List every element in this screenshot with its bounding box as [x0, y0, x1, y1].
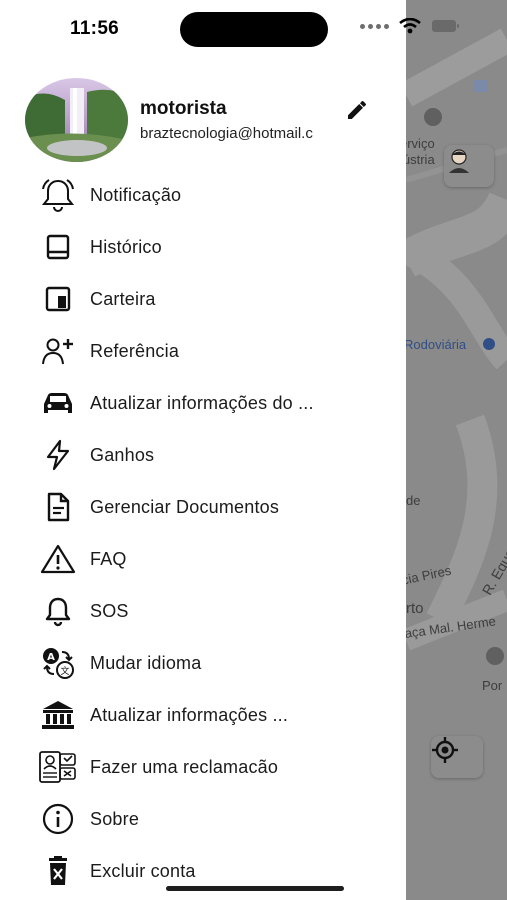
menu-label: Gerenciar Documentos — [90, 496, 280, 517]
target-icon — [432, 737, 458, 763]
menu-item-referencia[interactable]: Referência — [0, 325, 406, 377]
menu-item-mudar-idioma[interactable]: A文 Mudar idioma — [0, 637, 406, 689]
menu-item-reclamacao[interactable]: Fazer uma reclamacão — [0, 741, 406, 793]
menu-label: SOS — [90, 600, 129, 621]
menu-item-atualizar-banco[interactable]: Atualizar informações ... — [0, 689, 406, 741]
menu-item-carteira[interactable]: Carteira — [0, 273, 406, 325]
menu-label: Ganhos — [90, 444, 155, 465]
menu-item-ganhos[interactable]: Ganhos — [0, 429, 406, 481]
profile-avatar[interactable] — [25, 78, 128, 162]
svg-text:A: A — [47, 652, 55, 663]
menu-item-notificacao[interactable]: Notificação — [0, 169, 406, 221]
car-icon — [38, 383, 78, 423]
menu-label: Referência — [90, 340, 180, 361]
menu-label: Atualizar informações ... — [90, 704, 289, 725]
battery-icon — [432, 20, 459, 32]
warning-icon — [38, 539, 78, 579]
menu-label: Histórico — [90, 236, 162, 257]
trash-icon — [38, 851, 78, 891]
home-indicator — [166, 886, 344, 891]
navigation-drawer: motorista braztecnologia@hotmail.c Notif… — [0, 0, 406, 900]
menu-label: FAQ — [90, 548, 127, 569]
document-icon — [38, 487, 78, 527]
menu-item-faq[interactable]: FAQ — [0, 533, 406, 585]
lightning-icon — [38, 435, 78, 475]
bell-outline-icon — [38, 591, 78, 631]
menu-label: Fazer uma reclamacão — [90, 756, 279, 777]
menu-item-sobre[interactable]: Sobre — [0, 793, 406, 845]
complaint-icon — [38, 747, 78, 787]
edit-profile-button[interactable] — [345, 98, 369, 122]
translate-icon: A文 — [38, 643, 78, 683]
menu-item-sos[interactable]: SOS — [0, 585, 406, 637]
menu-label: Sobre — [90, 808, 140, 829]
menu-item-gerenciar-documentos[interactable]: Gerenciar Documentos — [0, 481, 406, 533]
map-label-rto: rto — [406, 600, 424, 617]
menu-label: Atualizar informações do ... — [90, 392, 314, 413]
my-location-button[interactable] — [431, 736, 483, 778]
book-icon — [38, 227, 78, 267]
map-label-por: Por — [482, 678, 503, 693]
menu-label: Notificação — [90, 184, 182, 205]
add-person-icon — [38, 331, 78, 371]
map-label-rodoviaria: Rodoviária — [404, 337, 467, 352]
map-label-de: de — [406, 493, 421, 508]
bell-icon — [38, 175, 78, 215]
dynamic-island — [180, 12, 328, 47]
profile-email: braztecnologia@hotmail.c — [140, 125, 313, 142]
wifi-icon — [399, 18, 421, 34]
svg-text:文: 文 — [60, 665, 69, 677]
wallet-icon — [38, 279, 78, 319]
profile-name: motorista — [140, 98, 227, 119]
driver-face-icon — [449, 149, 469, 173]
cellular-signal-icon — [360, 23, 389, 29]
menu-item-atualizar-veiculo[interactable]: Atualizar informações do ... — [0, 377, 406, 429]
pencil-icon — [348, 101, 366, 119]
menu-label: Carteira — [90, 288, 156, 309]
status-time: 11:56 — [70, 18, 120, 39]
status-icons — [360, 18, 461, 34]
driver-avatar-button[interactable] — [444, 145, 494, 187]
bank-icon — [38, 695, 78, 735]
menu-item-historico[interactable]: Histórico — [0, 221, 406, 273]
menu-label: Excluir conta — [90, 860, 196, 881]
profile-header[interactable]: motorista braztecnologia@hotmail.c — [25, 78, 395, 164]
info-icon — [38, 799, 78, 839]
menu-label: Mudar idioma — [90, 652, 202, 673]
waterfall-photo — [25, 78, 128, 162]
